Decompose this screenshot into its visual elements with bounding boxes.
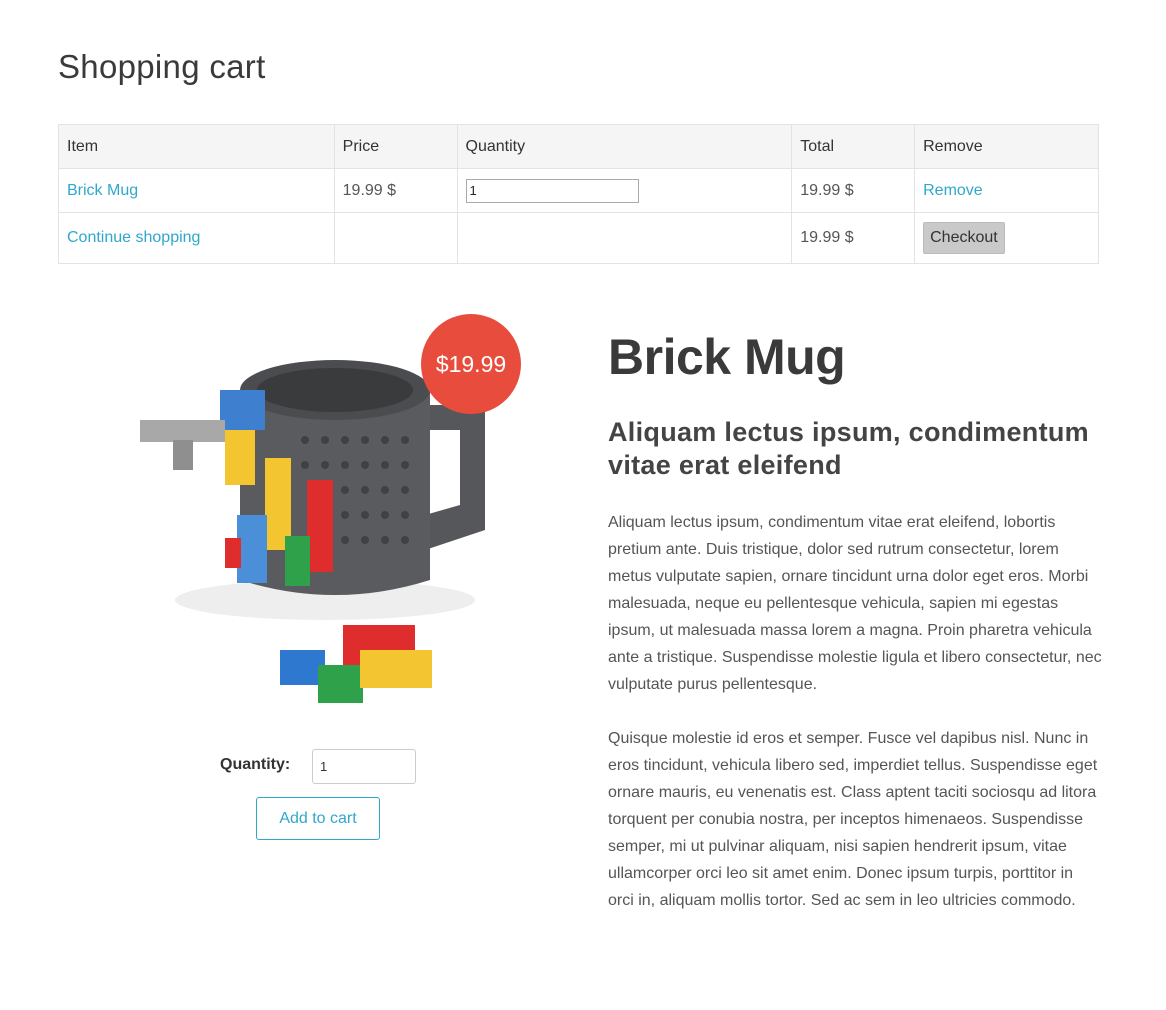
continue-shopping-link[interactable]: Continue shopping (67, 229, 200, 246)
item-cell: Brick Mug (58, 168, 335, 213)
header-total: Total (791, 124, 916, 169)
item-link[interactable]: Brick Mug (67, 182, 138, 199)
continue-cell: Continue shopping (58, 212, 335, 264)
product-quantity-input[interactable] (312, 749, 416, 784)
checkout-cell: Checkout (914, 212, 1099, 264)
quantity-label: Quantity: (220, 756, 291, 773)
header-item: Item (58, 124, 335, 169)
item-price: 19.99 $ (333, 168, 458, 213)
empty-cell (333, 212, 458, 264)
header-remove: Remove (914, 124, 1099, 169)
cart-table: Item Price Quantity Total Remove Brick M… (58, 124, 1099, 264)
empty-cell (456, 212, 793, 264)
header-price: Price (333, 124, 458, 169)
checkout-button[interactable]: Checkout (923, 222, 1005, 254)
remove-link[interactable]: Remove (923, 182, 983, 199)
cart-quantity-input[interactable] (465, 178, 639, 203)
cart-footer-row: Continue shopping 19.99 $ Checkout (58, 212, 1099, 264)
table-row: Brick Mug 19.99 $ 19.99 $ Remove (58, 168, 1099, 213)
remove-cell: Remove (914, 168, 1099, 213)
grand-total: 19.99 $ (791, 212, 916, 264)
quantity-cell (456, 168, 793, 213)
product-description: Aliquam lectus ipsum, condimentum vitae … (608, 514, 1102, 693)
price-badge: $19.99 (421, 314, 521, 414)
product-subtitle: Aliquam lectus ipsum, condimentum vitae … (608, 417, 1089, 480)
header-quantity: Quantity (456, 124, 793, 169)
add-to-cart-button[interactable]: Add to cart (256, 797, 380, 840)
cart-header-row: Item Price Quantity Total Remove (58, 124, 1099, 169)
page-title: Shopping cart (58, 48, 266, 85)
product-title: Brick Mug (608, 329, 846, 385)
item-total: 19.99 $ (791, 168, 916, 213)
product-description: Quisque molestie id eros et semper. Fusc… (608, 730, 1098, 909)
